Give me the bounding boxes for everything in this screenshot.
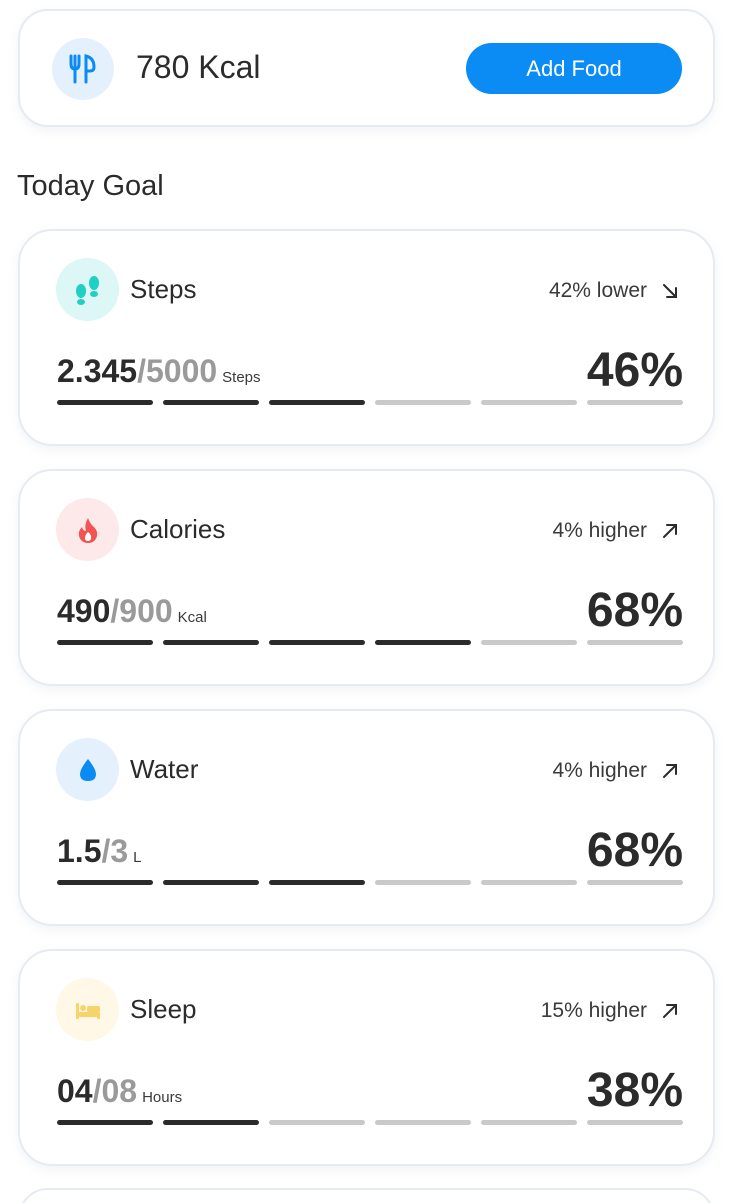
goal-unit: L [133, 849, 142, 866]
goal-percent: 68% [586, 584, 683, 637]
progress-segment [481, 880, 577, 885]
water-drop-icon [56, 738, 119, 801]
progress-segment [375, 400, 471, 405]
goal-percent: 38% [586, 1064, 683, 1117]
goal-card-calories[interactable]: Calories 4% higher 490 / 900 Kcal 68% [18, 469, 715, 686]
goal-card-steps[interactable]: Steps 42% lower 2.345 / 5000 Steps 46% [18, 229, 715, 446]
goal-card-water[interactable]: Water 4% higher 1.5 / 3 L 68% [18, 709, 715, 926]
goal-name: Steps [130, 274, 197, 304]
progress-segment [269, 400, 365, 405]
goal-separator: / [137, 353, 146, 389]
goal-separator: / [110, 593, 120, 629]
arrow-up-right-icon [663, 764, 677, 778]
goal-separator: / [92, 1073, 102, 1109]
goal-change-text: 42% lower [548, 279, 647, 302]
goal-change-text: 4% higher [552, 519, 647, 542]
goal-change: 15% higher [541, 999, 679, 1023]
goal-change-text: 15% higher [540, 999, 647, 1022]
goal-current: 1.5 [57, 833, 102, 869]
goal-target: 900 [119, 593, 173, 629]
progress-segment [269, 640, 365, 645]
goal-current: 490 [57, 593, 111, 629]
goal-unit: Kcal [177, 609, 207, 626]
progress-bars [57, 1120, 683, 1125]
progress-segment [57, 400, 153, 405]
goal-change: 42% lower [549, 279, 679, 303]
goal-target: 5000 [145, 353, 218, 389]
progress-segment [375, 640, 471, 645]
add-food-button[interactable]: Add Food [466, 43, 682, 94]
progress-segment [269, 880, 365, 885]
goal-values: 2.345 / 5000 Steps [57, 353, 261, 390]
goal-percent: 46% [586, 344, 683, 397]
section-title: Today Goal [17, 170, 164, 202]
food-kcal-value: 780 Kcal [136, 49, 261, 85]
goal-unit: Hours [142, 1089, 183, 1106]
goal-name: Sleep [130, 994, 197, 1024]
progress-segment [375, 1120, 471, 1125]
next-goal-card-partial [18, 1188, 715, 1203]
goal-card-sleep[interactable]: Sleep 15% higher 04 / 08 Hours 38% [18, 949, 715, 1166]
progress-segment [587, 640, 683, 645]
utensils-icon [52, 38, 114, 100]
progress-segment [481, 1120, 577, 1125]
progress-bars [57, 880, 683, 885]
progress-bars [57, 400, 683, 405]
goal-change: 4% higher [552, 519, 679, 543]
goal-change: 4% higher [552, 759, 679, 783]
progress-segment [57, 1120, 153, 1125]
bed-icon [56, 978, 119, 1041]
goal-unit: Steps [222, 369, 261, 386]
goal-change-text: 4% higher [552, 759, 647, 782]
progress-segment [481, 640, 577, 645]
goal-percent: 68% [586, 824, 683, 877]
progress-segment [163, 1120, 259, 1125]
flame-icon [56, 498, 119, 561]
goal-target: 08 [101, 1073, 138, 1109]
progress-segment [163, 640, 259, 645]
arrow-up-right-icon [663, 524, 677, 538]
progress-segment [375, 880, 471, 885]
progress-segment [269, 1120, 365, 1125]
goal-target: 3 [110, 833, 129, 869]
progress-segment [481, 400, 577, 405]
goal-separator: / [101, 833, 111, 869]
goal-values: 1.5 / 3 L [57, 833, 142, 870]
progress-segment [587, 400, 683, 405]
progress-segment [163, 880, 259, 885]
arrow-up-right-icon [663, 1004, 677, 1018]
progress-segment [587, 880, 683, 885]
arrow-down-right-icon [663, 284, 677, 298]
goal-values: 04 / 08 Hours [57, 1073, 182, 1110]
footprints-icon [56, 258, 119, 321]
goal-name: Water [130, 754, 199, 784]
progress-segment [587, 1120, 683, 1125]
goal-current: 2.345 [57, 353, 138, 389]
goal-current: 04 [57, 1073, 93, 1109]
food-summary-card: 780 Kcal Add Food [18, 9, 715, 127]
progress-segment [57, 640, 153, 645]
progress-segment [163, 400, 259, 405]
progress-bars [57, 640, 683, 645]
progress-segment [57, 880, 153, 885]
goal-name: Calories [130, 514, 226, 544]
goal-values: 490 / 900 Kcal [57, 593, 207, 630]
